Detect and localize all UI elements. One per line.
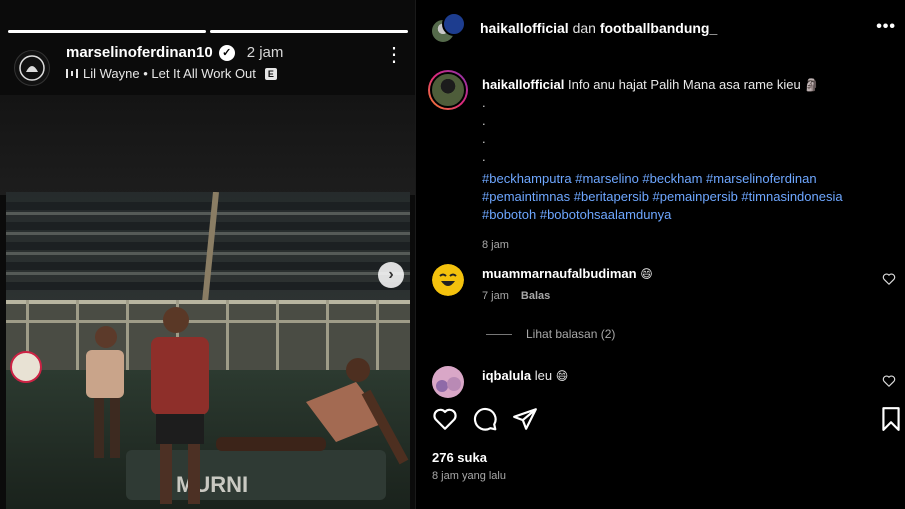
author-link[interactable]: haikallofficial — [480, 20, 569, 36]
view-replies-button[interactable]: Lihat balasan (2) — [486, 327, 615, 341]
story-photo: MURNI — [6, 192, 410, 509]
author-conjunction: dan — [572, 20, 596, 36]
story-header: marselinoferdinan10 ✓ 2 jam Lil Wayne • … — [14, 44, 404, 90]
avatar[interactable] — [432, 366, 464, 398]
story-time: 2 jam — [246, 44, 284, 61]
comment-body: leu — [534, 368, 553, 383]
comment-time: 7 jam — [482, 290, 509, 302]
story-music-label: Lil Wayne • Let It All Work Out — [83, 66, 256, 81]
caption-dot: . — [482, 95, 486, 110]
laugh-emoji-icon — [432, 264, 464, 296]
story-avatar[interactable] — [14, 50, 50, 86]
heart-icon[interactable] — [882, 374, 896, 388]
caption-body: haikallofficial Info anu hajat Palih Man… — [482, 76, 892, 254]
story-viewer: marselinoferdinan10 ✓ 2 jam Lil Wayne • … — [0, 0, 415, 509]
heart-icon[interactable] — [432, 406, 458, 432]
caption-username[interactable]: haikallofficial — [482, 77, 564, 92]
avatar[interactable] — [428, 70, 468, 110]
music-icon — [66, 69, 78, 78]
banner-text: MURNI — [176, 472, 248, 497]
collab-avatars[interactable] — [430, 12, 466, 46]
comment-icon[interactable] — [472, 406, 498, 432]
avatar-image — [432, 366, 464, 398]
verified-icon: ✓ — [218, 44, 235, 61]
story-username[interactable]: marselinoferdinan10 — [66, 44, 213, 61]
post-time: 8 jam yang lalu — [432, 470, 506, 482]
avatar[interactable] — [432, 264, 464, 296]
post-panel: haikallofficial dan footballbandung_ •••… — [415, 0, 905, 509]
comment-username[interactable]: muammarnaufalbudiman — [482, 266, 637, 281]
post-authors: haikallofficial dan footballbandung_ — [480, 20, 717, 36]
caption-dot: . — [482, 113, 486, 128]
divider — [486, 333, 512, 335]
emoji-icon: 😄 — [640, 267, 653, 281]
football-training-image: MURNI — [6, 192, 410, 509]
likes-count[interactable]: 276 suka — [432, 450, 487, 465]
post-header: haikallofficial dan footballbandung_ ••• — [416, 0, 905, 56]
more-icon[interactable]: ••• — [876, 18, 896, 36]
comment-username[interactable]: iqbalula — [482, 368, 531, 383]
story-music[interactable]: Lil Wayne • Let It All Work Out E — [66, 66, 277, 81]
caption-time: 8 jam — [482, 239, 509, 251]
author-link[interactable]: footballbandung_ — [600, 20, 717, 36]
story-progress-segment — [8, 30, 206, 33]
heart-icon[interactable] — [882, 272, 896, 286]
share-icon[interactable] — [512, 406, 538, 432]
story-user-row: marselinoferdinan10 ✓ 2 jam — [66, 44, 283, 61]
story-progress-bar — [8, 30, 408, 33]
post-actions — [432, 406, 905, 436]
caption-dot: . — [482, 131, 486, 146]
avatar-emblem-icon — [19, 55, 45, 81]
more-icon[interactable]: ⋮ — [384, 45, 404, 65]
chevron-right-icon[interactable]: › — [378, 262, 404, 288]
avatar — [442, 12, 466, 36]
emoji-icon: 🗿 — [804, 78, 820, 92]
emoji-icon: 😄 — [555, 369, 569, 383]
caption-hashtags[interactable]: #beckhamputra #marselino #beckham #marse… — [482, 170, 892, 224]
caption-text: Info anu hajat Palih Mana asa rame kieu — [568, 77, 801, 92]
caption-dot: . — [482, 149, 486, 164]
reply-button[interactable]: Balas — [521, 290, 550, 302]
bookmark-icon[interactable] — [878, 406, 904, 432]
comment-text: iqbalula leu 😄 — [482, 368, 568, 383]
comment-meta: 7 jam Balas — [482, 290, 550, 302]
explicit-badge: E — [264, 67, 277, 80]
story-background — [0, 95, 415, 195]
comment-text: muammarnaufalbudiman 😄 — [482, 266, 653, 281]
view-replies-label: Lihat balasan (2) — [526, 327, 616, 341]
story-progress-segment — [210, 30, 408, 33]
